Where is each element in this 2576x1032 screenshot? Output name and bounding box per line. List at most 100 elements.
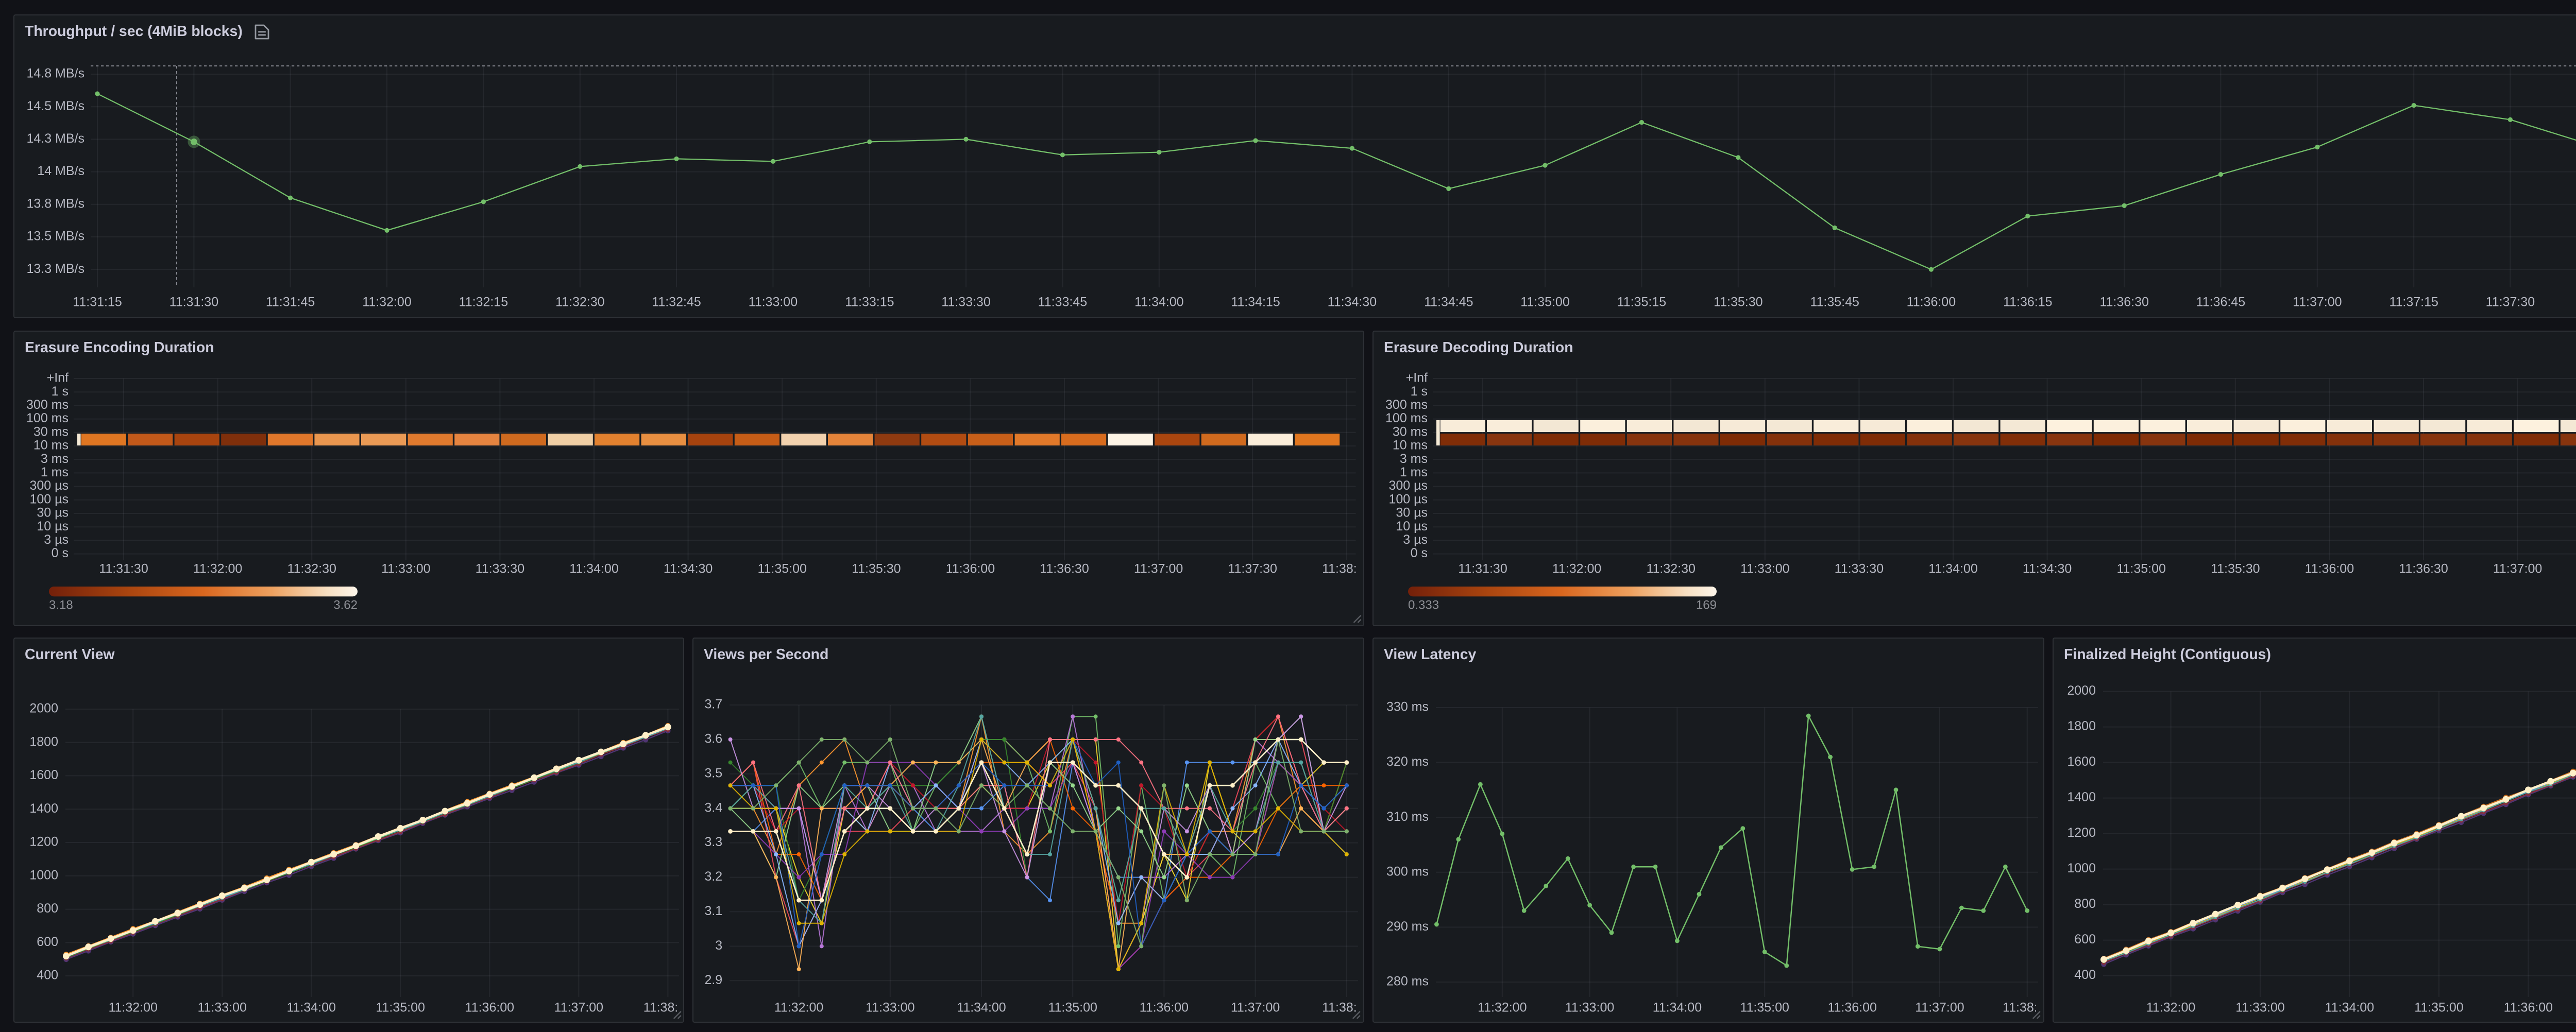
svg-text:10 µs: 10 µs	[36, 519, 68, 533]
svg-text:10 ms: 10 ms	[33, 438, 68, 452]
svg-text:11:33:15: 11:33:15	[844, 295, 893, 309]
svg-text:11:32:00: 11:32:00	[1478, 1001, 1527, 1015]
svg-text:3 µs: 3 µs	[43, 532, 68, 546]
svg-text:800: 800	[36, 901, 58, 916]
svg-text:11:33:00: 11:33:00	[1741, 561, 1790, 576]
svg-text:11:37:30: 11:37:30	[2485, 295, 2534, 309]
svg-text:11:33:30: 11:33:30	[941, 295, 990, 309]
svg-text:Views per Second: Views per Second	[704, 646, 829, 663]
svg-text:11:33:30: 11:33:30	[475, 561, 524, 576]
svg-text:400: 400	[2074, 968, 2096, 982]
svg-text:11:32:45: 11:32:45	[651, 295, 700, 309]
svg-text:11:38:00: 11:38:00	[1323, 1001, 1364, 1015]
svg-text:1 ms: 1 ms	[40, 465, 68, 479]
svg-text:11:32:00: 11:32:00	[2146, 1001, 2195, 1015]
svg-text:310 ms: 310 ms	[1387, 810, 1429, 824]
svg-text:3.18: 3.18	[48, 597, 73, 611]
svg-text:10 µs: 10 µs	[1396, 519, 1428, 533]
svg-text:11:33:00: 11:33:00	[2235, 1001, 2284, 1015]
svg-text:11:32:00: 11:32:00	[108, 1001, 157, 1015]
svg-text:11:31:30: 11:31:30	[98, 561, 147, 576]
svg-text:11:36:00: 11:36:00	[1140, 1001, 1189, 1015]
svg-text:300 ms: 300 ms	[1387, 864, 1429, 879]
svg-text:11:35:00: 11:35:00	[2117, 561, 2166, 576]
svg-text:11:34:00: 11:34:00	[286, 1001, 335, 1015]
svg-text:+Inf: +Inf	[1406, 370, 1428, 385]
svg-text:11:32:00: 11:32:00	[1552, 561, 1601, 576]
svg-text:1200: 1200	[29, 835, 58, 849]
svg-text:169: 169	[1696, 597, 1717, 611]
svg-text:11:36:30: 11:36:30	[1039, 561, 1088, 576]
svg-text:11:36:00: 11:36:00	[465, 1001, 514, 1015]
svg-text:11:36:00: 11:36:00	[1828, 1001, 1877, 1015]
svg-text:11:31:30: 11:31:30	[1459, 561, 1507, 576]
svg-text:11:31:30: 11:31:30	[169, 295, 218, 309]
svg-text:3.4: 3.4	[705, 800, 723, 815]
svg-text:11:35:00: 11:35:00	[1520, 295, 1569, 309]
svg-text:1800: 1800	[2067, 719, 2096, 733]
svg-text:11:32:30: 11:32:30	[555, 295, 604, 309]
svg-text:11:37:00: 11:37:00	[1231, 1001, 1280, 1015]
svg-text:13.3 MB/s: 13.3 MB/s	[26, 262, 84, 276]
svg-text:600: 600	[2074, 932, 2096, 947]
svg-text:400: 400	[36, 968, 58, 983]
svg-text:2.9: 2.9	[705, 973, 723, 987]
svg-text:1200: 1200	[2067, 825, 2096, 840]
svg-text:100 µs: 100 µs	[29, 491, 68, 506]
svg-text:11:34:30: 11:34:30	[2023, 561, 2072, 576]
svg-text:800: 800	[2074, 897, 2096, 911]
svg-text:330 ms: 330 ms	[1387, 700, 1429, 714]
svg-text:11:34:00: 11:34:00	[569, 561, 618, 576]
svg-text:Current View: Current View	[24, 646, 114, 663]
svg-text:11:35:15: 11:35:15	[1617, 295, 1666, 309]
svg-text:14.8 MB/s: 14.8 MB/s	[26, 66, 84, 81]
svg-text:1800: 1800	[29, 734, 58, 749]
svg-text:Erasure Decoding Duration: Erasure Decoding Duration	[1384, 339, 1574, 355]
svg-text:1400: 1400	[29, 801, 58, 816]
svg-text:1 ms: 1 ms	[1400, 465, 1428, 479]
svg-text:11:38:00: 11:38:00	[2003, 1001, 2044, 1015]
svg-text:1600: 1600	[29, 768, 58, 782]
svg-text:3.62: 3.62	[333, 597, 357, 611]
svg-text:11:32:15: 11:32:15	[459, 295, 507, 309]
svg-text:11:37:00: 11:37:00	[2493, 561, 2542, 576]
svg-text:1 s: 1 s	[1411, 384, 1428, 398]
svg-text:11:37:30: 11:37:30	[1227, 561, 1276, 576]
svg-text:2000: 2000	[29, 701, 58, 716]
svg-text:11:34:30: 11:34:30	[663, 561, 712, 576]
svg-text:320 ms: 320 ms	[1387, 754, 1429, 769]
svg-text:30 ms: 30 ms	[33, 424, 68, 438]
svg-text:11:38:00: 11:38:00	[1321, 561, 1363, 576]
svg-text:1000: 1000	[2067, 861, 2096, 875]
svg-text:11:32:30: 11:32:30	[1647, 561, 1696, 576]
svg-text:11:35:00: 11:35:00	[375, 1001, 424, 1015]
svg-text:11:34:45: 11:34:45	[1423, 295, 1472, 309]
svg-text:10 ms: 10 ms	[1393, 438, 1428, 452]
svg-text:11:32:30: 11:32:30	[286, 561, 335, 576]
svg-text:11:35:30: 11:35:30	[1713, 295, 1762, 309]
svg-text:11:33:00: 11:33:00	[381, 561, 430, 576]
svg-text:3.3: 3.3	[705, 835, 723, 849]
svg-text:11:38:00: 11:38:00	[643, 1001, 684, 1015]
svg-text:11:36:00: 11:36:00	[2305, 561, 2354, 576]
svg-text:+Inf: +Inf	[46, 370, 68, 385]
svg-text:300 µs: 300 µs	[1389, 478, 1428, 492]
svg-text:11:33:30: 11:33:30	[1835, 561, 1884, 576]
svg-text:11:35:00: 11:35:00	[2414, 1001, 2463, 1015]
svg-text:11:37:15: 11:37:15	[2388, 295, 2437, 309]
svg-text:0.333: 0.333	[1409, 597, 1439, 611]
svg-text:11:33:45: 11:33:45	[1038, 295, 1087, 309]
svg-text:11:36:00: 11:36:00	[1906, 295, 1955, 309]
svg-text:3.1: 3.1	[705, 904, 723, 918]
svg-text:11:34:00: 11:34:00	[1929, 561, 1978, 576]
svg-text:11:36:30: 11:36:30	[2399, 561, 2448, 576]
svg-text:3.7: 3.7	[705, 697, 723, 712]
svg-text:Erasure Encoding Duration: Erasure Encoding Duration	[24, 339, 214, 355]
svg-text:11:36:00: 11:36:00	[945, 561, 994, 576]
svg-text:11:35:30: 11:35:30	[851, 561, 900, 576]
svg-text:1 s: 1 s	[51, 384, 68, 398]
svg-text:11:33:00: 11:33:00	[197, 1001, 246, 1015]
svg-text:30 µs: 30 µs	[36, 505, 68, 520]
svg-text:11:36:15: 11:36:15	[2003, 295, 2052, 309]
svg-text:14.3 MB/s: 14.3 MB/s	[26, 131, 84, 146]
